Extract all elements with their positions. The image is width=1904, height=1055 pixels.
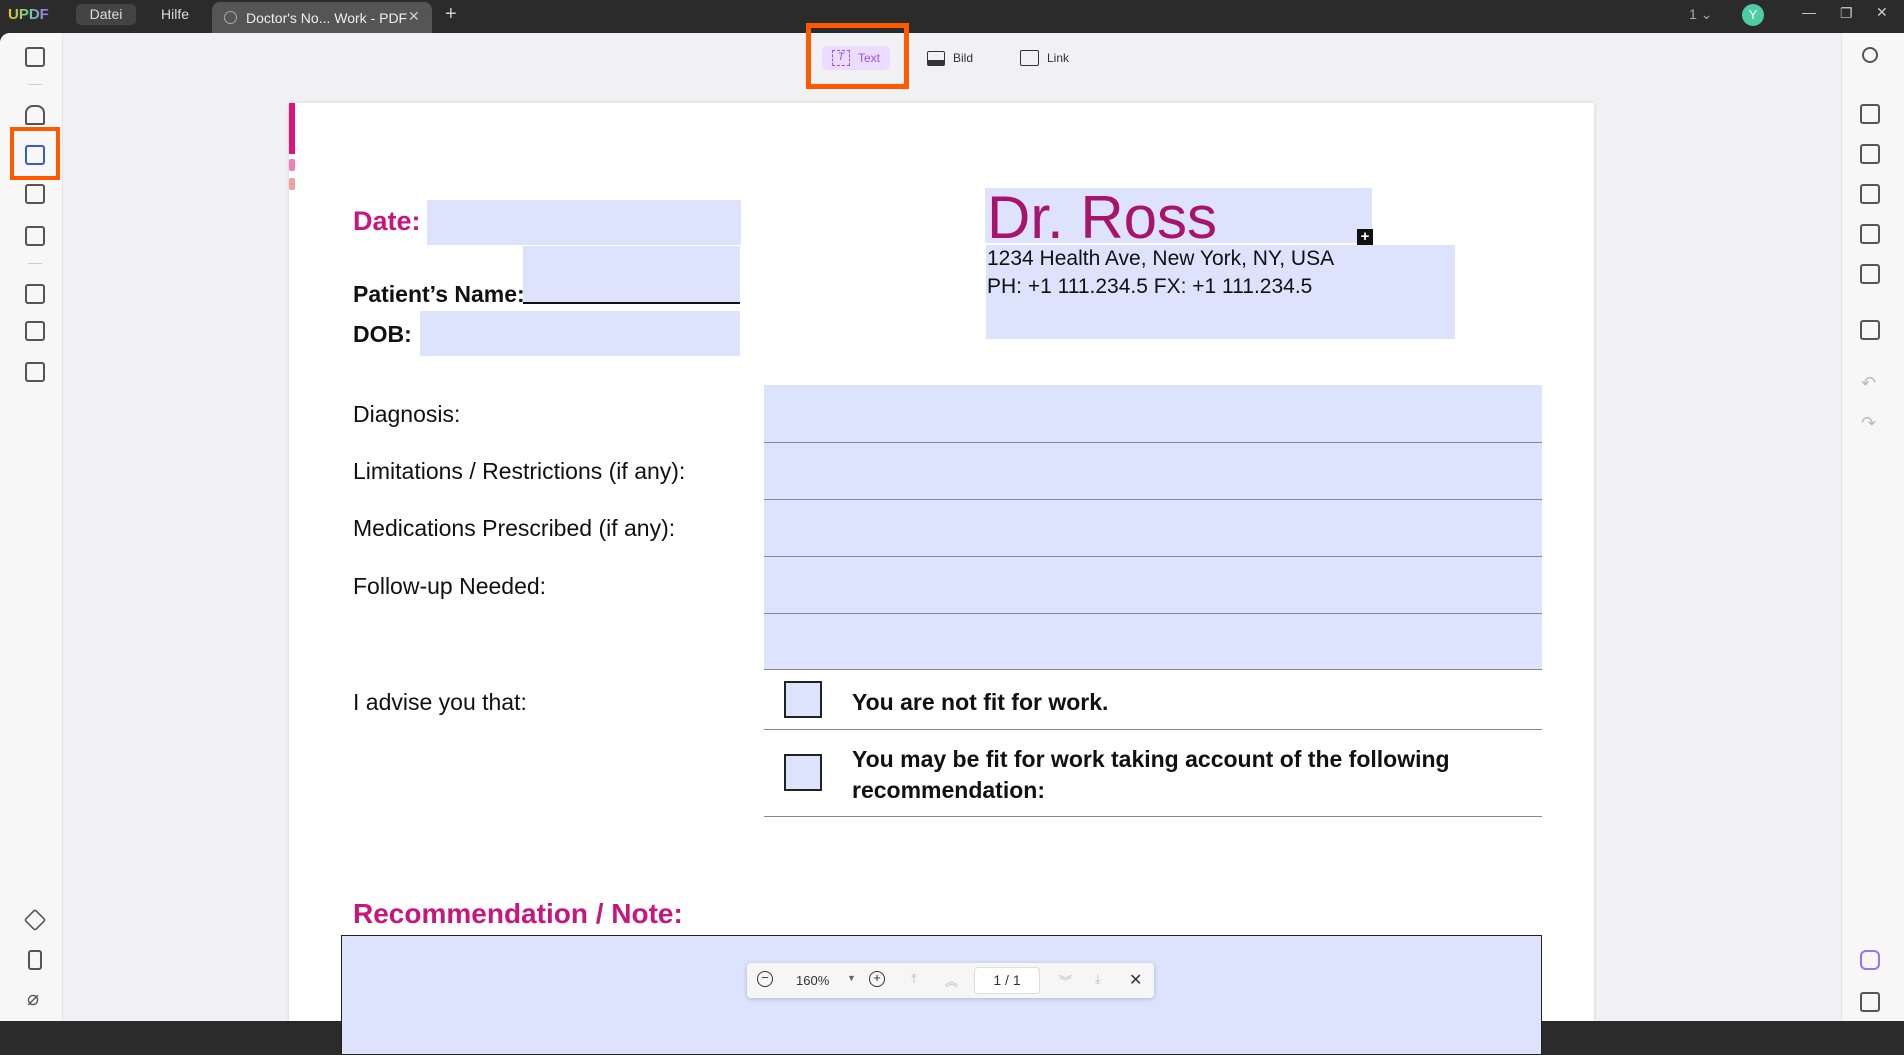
patient-name-label: Patient’s Name: (353, 281, 525, 307)
organize-icon[interactable] (25, 226, 45, 246)
highlighter-icon[interactable] (25, 105, 45, 125)
left-toolbar: ⌀ (0, 33, 63, 1021)
layers-icon[interactable] (23, 908, 47, 932)
app-logo: UPDF (8, 6, 49, 23)
email-icon[interactable] (1860, 264, 1880, 284)
menu-hilfe[interactable]: Hilfe (161, 6, 189, 22)
tab-title: Doctor's No... Work - PDF (246, 10, 408, 26)
divider (764, 816, 1542, 817)
title-bar: UPDF Datei Hilfe Doctor's No... Work - P… (0, 0, 1904, 33)
details-fields[interactable] (764, 385, 1542, 669)
dob-label: DOB: (353, 321, 412, 347)
not-fit-checkbox[interactable] (784, 681, 822, 718)
crop-icon[interactable] (25, 321, 45, 341)
divider (764, 442, 1542, 443)
zoom-bar: − 160% ▼ + ⤒ ︽ 1 / 1 ︾ ⤓ ✕ (747, 963, 1154, 998)
convert-file-icon[interactable] (1860, 144, 1880, 164)
image-icon (927, 50, 945, 66)
divider (764, 499, 1542, 500)
convert-icon[interactable] (25, 284, 45, 304)
page-count-dropdown[interactable]: 1 ⌄ (1689, 6, 1712, 23)
close-window-icon[interactable]: ✕ (1876, 4, 1888, 21)
page-input[interactable]: 1 / 1 (974, 967, 1040, 994)
patient-name-field[interactable] (523, 246, 740, 304)
close-tab-icon[interactable]: ✕ (408, 8, 420, 25)
address-text: 1234 Health Ave, New York, NY, USA (987, 247, 1335, 270)
restore-icon[interactable]: ❐ (1840, 5, 1853, 22)
link-icon (1020, 50, 1039, 66)
edit-off-icon (224, 11, 237, 24)
zoom-level[interactable]: 160% (796, 973, 829, 988)
divider (764, 613, 1542, 614)
doctor-name: Dr. Ross (987, 184, 1218, 251)
bookmark-icon[interactable] (28, 950, 42, 970)
may-be-fit-label-cont: recommendation: (852, 777, 1045, 803)
undo-icon[interactable]: ↶ (1861, 373, 1876, 394)
protect-icon[interactable] (1860, 184, 1880, 204)
ai-assistant-icon[interactable] (1860, 950, 1880, 970)
not-fit-label: You are not fit for work. (852, 689, 1109, 715)
image-label: Bild (953, 51, 974, 65)
edit-pdf-icon[interactable] (25, 145, 45, 165)
diagnosis-label: Diagnosis: (353, 401, 461, 427)
zoom-in-icon[interactable]: + (869, 971, 885, 987)
last-page-icon[interactable]: ⤓ (1095, 971, 1101, 987)
divider (28, 263, 42, 264)
recommendation-label: Recommendation / Note: (353, 898, 683, 929)
comment-icon[interactable] (1860, 992, 1880, 1012)
date-label: Date: (353, 206, 421, 236)
accent-bar (289, 159, 295, 171)
phone-text: PH: +1 111.234.5 FX: +1 111.234.5 (987, 275, 1313, 298)
page-count: 1 (1689, 6, 1697, 22)
zoom-dropdown-icon[interactable]: ▼ (847, 973, 856, 983)
accent-bar (289, 178, 295, 190)
close-zoom-bar-icon[interactable]: ✕ (1129, 970, 1142, 990)
save-icon[interactable] (1860, 320, 1880, 340)
advise-label: I advise you that: (353, 689, 527, 715)
may-be-fit-checkbox[interactable] (784, 754, 822, 791)
new-tab-icon[interactable]: + (445, 3, 457, 26)
attachment-icon[interactable]: ⌀ (27, 986, 39, 1011)
divider (764, 729, 1542, 730)
follow-up-label: Follow-up Needed: (353, 573, 547, 599)
image-tool-button[interactable]: Bild (917, 46, 983, 70)
first-page-icon[interactable]: ⤒ (911, 971, 917, 987)
zoom-out-icon[interactable]: − (757, 971, 773, 987)
right-toolbar: ↶ ↷ (1841, 33, 1904, 1021)
may-be-fit-label: You may be fit for work taking account o… (852, 746, 1450, 772)
divider (764, 556, 1542, 557)
form-icon[interactable] (25, 184, 45, 204)
pdf-page: Date: Patient’s Name: DOB: Dr. Ross + 12… (289, 103, 1594, 1055)
reader-icon[interactable] (25, 47, 45, 67)
ocr-icon[interactable] (1860, 104, 1880, 124)
dob-field[interactable] (420, 311, 740, 356)
redo-icon[interactable]: ↷ (1861, 413, 1876, 434)
add-icon[interactable]: + (1357, 229, 1373, 245)
link-label: Link (1047, 51, 1070, 65)
avatar[interactable]: Y (1742, 4, 1764, 26)
menu-datei[interactable]: Datei (76, 4, 136, 25)
share-icon[interactable] (1860, 224, 1880, 244)
limitations-label: Limitations / Restrictions (if any): (353, 458, 686, 484)
highlight-box (806, 23, 909, 89)
divider (28, 84, 42, 85)
search-icon[interactable] (1862, 47, 1878, 63)
divider (764, 669, 1542, 670)
accent-bar (289, 103, 295, 154)
document-tab[interactable]: Doctor's No... Work - PDF ✕ (212, 2, 432, 33)
prev-page-icon[interactable]: ︽ (945, 971, 958, 990)
date-field[interactable] (427, 200, 741, 245)
medications-label: Medications Prescribed (if any): (353, 515, 676, 541)
next-page-icon[interactable]: ︾ (1059, 971, 1072, 990)
link-tool-button[interactable]: Link (1010, 46, 1079, 70)
minimize-icon[interactable]: — (1802, 4, 1816, 20)
compress-icon[interactable] (25, 362, 45, 382)
